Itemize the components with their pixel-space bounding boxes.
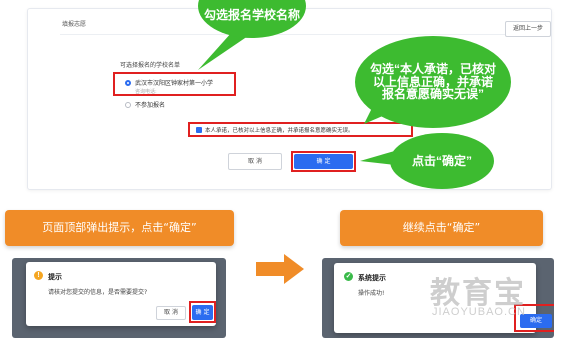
warning-icon: ! — [34, 271, 43, 280]
success-dialog: ✓ 系统提示 操作成功! 确定 — [334, 263, 554, 333]
step-banner-left: 页面顶部弹出提示，点击“确定” — [5, 210, 234, 246]
callout-commit: 勾选“本人承诺，已核对以上信息正确，并承诺报名意愿确实无误” — [355, 36, 511, 128]
success-confirm-button[interactable]: 确定 — [520, 314, 552, 328]
confirm-dialog-message: 请核对您提交的信息，是否需要提交? — [48, 289, 148, 296]
success-dialog-screenshot: ✓ 系统提示 操作成功! 确定 — [322, 258, 554, 338]
success-dialog-title: 系统提示 — [358, 274, 386, 282]
step-banner-right: 继续点击“确定” — [340, 210, 543, 246]
success-dialog-message: 操作成功! — [358, 290, 385, 297]
check-circle-icon: ✓ — [344, 272, 353, 281]
confirm-dialog: ! 提示 请核对您提交的信息，是否需要提交? 取 消 确 定 — [26, 262, 216, 326]
confirm-dialog-screenshot: ! 提示 请核对您提交的信息，是否需要提交? 取 消 确 定 — [12, 258, 226, 338]
dialog-cancel-button[interactable]: 取 消 — [156, 306, 186, 320]
right-arrow-icon — [256, 254, 304, 284]
callout-click-confirm: 点击“确定” — [390, 133, 494, 189]
confirm-dialog-title: 提示 — [48, 273, 62, 281]
callout-tail-1 — [198, 32, 248, 70]
dialog-confirm-button[interactable]: 确 定 — [192, 305, 213, 320]
